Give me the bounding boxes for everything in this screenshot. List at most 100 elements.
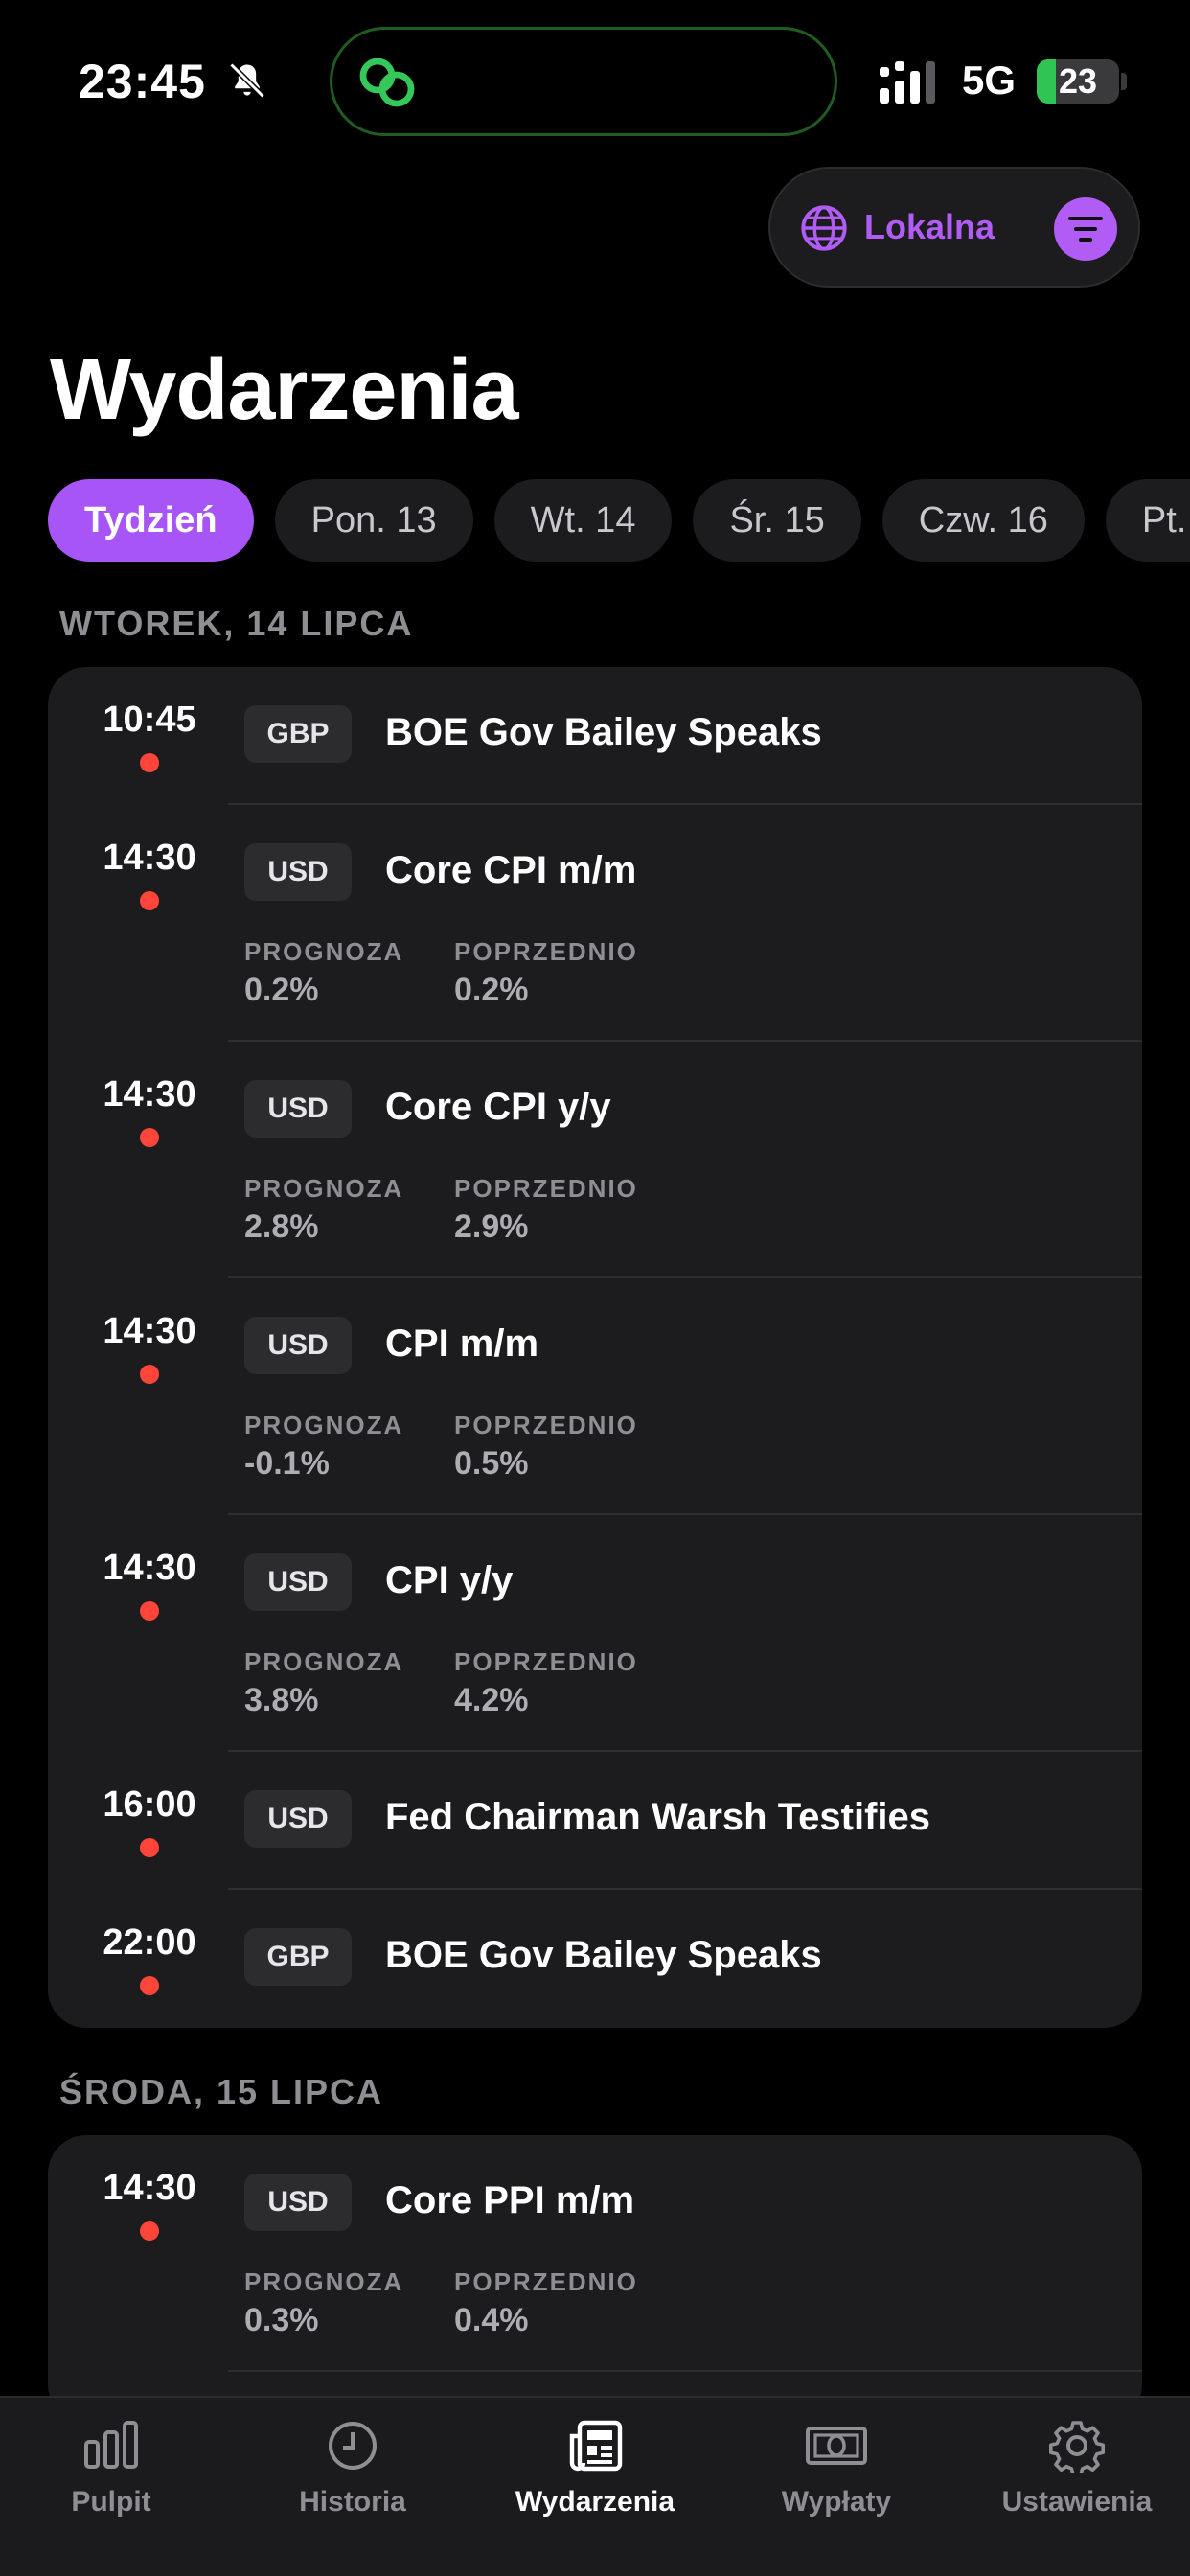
previous-value: 0.5% [454,1445,529,1482]
impact-high-dot [140,753,159,772]
banknote-icon [806,2426,867,2465]
battery-indicator: 23 [1037,59,1119,104]
previous-value: 4.2% [454,1682,529,1718]
currency-badge: USD [244,1790,352,1848]
status-bar: 23:45 5G 23 [0,0,1190,163]
nav-settings[interactable]: Ustawienia [958,2419,1190,2518]
globe-icon [801,205,847,251]
forecast-label: PROGNOZA [244,1647,404,1676]
impact-high-dot [140,1365,159,1384]
nav-events[interactable]: Wydarzenia [476,2419,714,2518]
event-time: 14:30 [103,838,196,878]
event-time: 10:45 [103,700,196,740]
event-title: BOE Gov Bailey Speaks [385,1934,822,1976]
currency-badge: USD [244,1317,352,1374]
event-time: 14:30 [103,1074,196,1115]
forecast-label: PROGNOZA [244,1174,404,1203]
locale-selector[interactable]: Lokalna [768,167,1140,288]
previous-label: POPRZEDNIO [454,1174,638,1203]
status-time: 23:45 [79,55,206,108]
app-link-icon [359,58,415,107]
filter-icon [1068,217,1103,242]
events-card: 14:30 USD Core PPI m/m PROGNOZA POPRZEDN… [48,2135,1142,2423]
dynamic-island [330,27,837,136]
forecast-value: 0.3% [244,2302,319,2338]
currency-badge: USD [244,1553,352,1611]
forecast-label: PROGNOZA [244,2267,404,2296]
currency-badge: GBP [244,1928,352,1986]
event-title: Core PPI m/m [385,2179,635,2221]
impact-high-dot [140,2221,159,2241]
event-row[interactable]: 22:00 GBP BOE Gov Bailey Speaks [48,1890,1142,2028]
locale-label: Lokalna [864,207,995,246]
day-header: ŚRODA, 15 LIPCA [59,2072,384,2111]
previous-label: POPRZEDNIO [454,937,638,966]
gear-icon [1049,2421,1105,2472]
tab-thu-16[interactable]: Czw. 16 [881,479,1085,562]
event-row[interactable]: 16:00 USD Fed Chairman Warsh Testifies [48,1752,1142,1890]
previous-value: 0.4% [454,2302,529,2338]
battery-tip [1121,73,1127,90]
event-row[interactable]: 14:30 USD CPI m/m PROGNOZA POPRZEDNIO -0… [48,1278,1142,1515]
impact-high-dot [140,1976,159,1995]
impact-high-dot [140,1601,159,1621]
previous-value: 2.9% [454,1208,529,1245]
tab-week[interactable]: Tydzień [48,479,254,562]
network-type: 5G [962,58,1017,103]
previous-value: 0.2% [454,972,529,1008]
nav-history[interactable]: Historia [234,2419,471,2518]
event-time: 16:00 [103,1784,196,1825]
currency-badge: USD [244,1080,352,1138]
events-card: 10:45 GBP BOE Gov Bailey Speaks 14:30 US… [48,667,1142,2028]
event-row[interactable]: 14:30 USD Core CPI m/m PROGNOZA POPRZEDN… [48,805,1142,1042]
previous-label: POPRZEDNIO [454,1647,638,1676]
impact-high-dot [140,1838,159,1857]
nav-dashboard[interactable]: Pulpit [0,2419,230,2518]
nav-payouts[interactable]: Wypłaty [718,2419,955,2518]
event-time: 14:30 [103,2168,196,2208]
day-tabs: TydzieńPon. 13Wt. 14Śr. 15Czw. 16Pt. 17 [48,479,1190,562]
nav-label: Wypłaty [781,2486,892,2518]
news-icon [569,2420,623,2472]
nav-label: Historia [299,2486,406,2518]
forecast-value: 2.8% [244,1208,319,1245]
event-title: CPI m/m [385,1322,539,1365]
currency-badge: USD [244,2174,352,2231]
event-title: CPI y/y [385,1559,514,1601]
event-title: Fed Chairman Warsh Testifies [385,1796,931,1838]
event-row[interactable]: 14:30 USD Core PPI m/m PROGNOZA POPRZEDN… [48,2135,1142,2372]
tab-wed-15[interactable]: Śr. 15 [693,479,861,562]
tab-tue-14[interactable]: Wt. 14 [493,479,673,562]
battery-percent: 23 [1058,61,1098,101]
tab-fri-17[interactable]: Pt. 17 [1105,479,1190,562]
event-row[interactable]: 14:30 USD CPI y/y PROGNOZA POPRZEDNIO 3.… [48,1515,1142,1752]
currency-badge: GBP [244,705,352,763]
event-time: 22:00 [103,1922,196,1963]
nav-label: Pulpit [71,2486,151,2518]
impact-high-dot [140,891,159,910]
divider [228,2370,1142,2372]
forecast-label: PROGNOZA [244,937,404,966]
filter-button[interactable] [1054,197,1117,261]
page-title: Wydarzenia [50,342,519,438]
event-row[interactable]: 14:30 USD Core CPI y/y PROGNOZA POPRZEDN… [48,1042,1142,1278]
signal-icon [880,61,935,104]
bar-chart-icon [84,2421,138,2469]
event-time: 14:30 [103,1311,196,1351]
clock-icon [329,2422,377,2470]
event-title: BOE Gov Bailey Speaks [385,711,822,753]
forecast-value: -0.1% [244,1445,330,1482]
bottom-tab-bar: Pulpit Historia Wydarzenia Wypłaty Ustaw… [0,2396,1190,2576]
forecast-label: PROGNOZA [244,1411,404,1439]
bell-muted-icon [229,62,265,99]
nav-label: Wydarzenia [515,2486,675,2518]
forecast-value: 0.2% [244,972,319,1008]
day-header: WTOREK, 14 LIPCA [59,604,414,643]
event-title: Core CPI y/y [385,1086,611,1128]
previous-label: POPRZEDNIO [454,2267,638,2296]
event-time: 14:30 [103,1548,196,1588]
tab-mon-13[interactable]: Pon. 13 [274,479,473,562]
event-title: Core CPI m/m [385,849,637,891]
event-row[interactable]: 10:45 GBP BOE Gov Bailey Speaks [48,667,1142,805]
forecast-value: 3.8% [244,1682,319,1718]
